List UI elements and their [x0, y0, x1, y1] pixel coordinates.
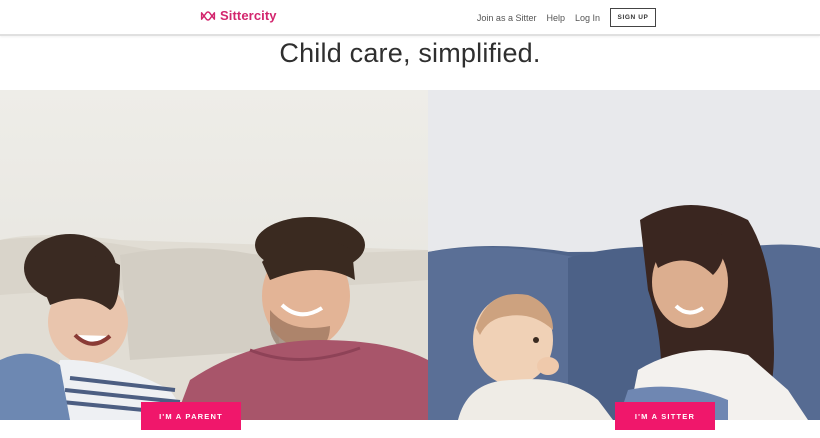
top-nav: Join as a Sitter Help Log In SIGN UP [467, 8, 656, 27]
signup-button[interactable]: SIGN UP [610, 8, 656, 27]
im-a-sitter-button[interactable]: I'M A SITTER [615, 402, 715, 430]
logo-text: Sittercity [220, 8, 277, 23]
help-link[interactable]: Help [546, 9, 565, 27]
site-header: Sittercity Join as a Sitter Help Log In … [0, 0, 820, 36]
join-as-sitter-link[interactable]: Join as a Sitter [477, 9, 537, 27]
im-a-parent-button[interactable]: I'M A PARENT [141, 402, 241, 430]
infinity-logo-icon [200, 10, 216, 21]
parents-couch-photo [0, 90, 428, 420]
sittercity-logo[interactable]: Sittercity [200, 8, 277, 23]
login-link[interactable]: Log In [575, 9, 600, 27]
sitter-photo-panel[interactable] [428, 90, 820, 420]
page-headline: Child care, simplified. [279, 38, 541, 68]
sitter-baby-photo [428, 90, 820, 420]
parent-photo-panel[interactable] [0, 90, 428, 420]
